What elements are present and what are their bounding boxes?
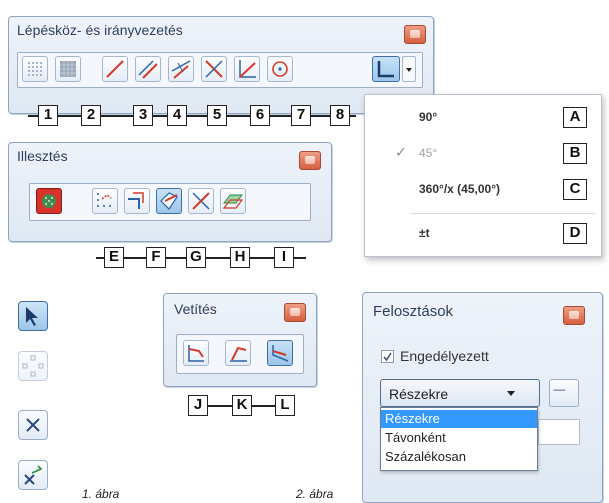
option-reszekre[interactable]: Részekre	[381, 410, 537, 428]
label-7: 7	[291, 105, 311, 126]
close-button[interactable]	[284, 303, 306, 322]
menu-item-label: ±t	[419, 226, 430, 240]
select-arrow-icon[interactable]	[18, 301, 48, 331]
snap-intersect-icon[interactable]	[188, 188, 214, 214]
option-tavonkent[interactable]: Távonként	[381, 429, 537, 447]
projection-corner-icon[interactable]	[183, 340, 209, 366]
close-button[interactable]	[404, 25, 426, 44]
menu-item-label: 45°	[419, 146, 438, 160]
angle-menu: 90° ✓ 45° 360°/x (45,00°) ±t A B C D	[364, 94, 602, 257]
chevron-down-icon	[507, 391, 515, 396]
panel-title: Illesztés	[17, 148, 68, 164]
enabled-checkbox[interactable]	[381, 350, 394, 363]
intersection-icon[interactable]	[201, 56, 227, 82]
more-glyph: -----	[553, 385, 566, 396]
tool-row	[29, 183, 311, 221]
tool-row	[17, 52, 423, 88]
line-icon[interactable]	[102, 56, 128, 82]
label-E: E	[104, 247, 124, 268]
panel-title: Felosztások	[373, 303, 454, 320]
close-button[interactable]	[563, 306, 585, 325]
enabled-label: Engedélyezett	[400, 348, 489, 364]
label-5: 5	[207, 105, 227, 126]
label-F: F	[146, 247, 166, 268]
offset-line-icon[interactable]	[168, 56, 194, 82]
more-options-button[interactable]: -----	[549, 379, 579, 407]
projection-angle-icon[interactable]	[225, 340, 251, 366]
grid-fill-icon[interactable]	[55, 56, 81, 82]
angle-lock-icon[interactable]	[372, 56, 400, 82]
division-mode-options: Részekre Távonként Százalékosan	[380, 407, 538, 471]
label-H: H	[230, 247, 250, 268]
felosztasok-panel: Felosztások Engedélyezett Részekre -----…	[362, 292, 603, 503]
label-1: 1	[38, 105, 58, 126]
check-icon: ✓	[395, 144, 407, 160]
label-I: I	[274, 247, 294, 268]
panel-title: Vetítés	[174, 301, 217, 317]
option-szazalekosan[interactable]: Százalékosan	[381, 448, 537, 466]
hidden-input-field[interactable]	[538, 419, 580, 445]
illesztes-panel: Illesztés	[8, 142, 332, 242]
panel-title: Lépésköz- és irányvezetés	[17, 22, 183, 38]
label-3: 3	[133, 105, 153, 126]
close-button[interactable]	[299, 151, 321, 170]
menu-item-label: 90°	[419, 110, 438, 124]
label-D: D	[563, 223, 587, 244]
label-J: J	[188, 395, 208, 416]
snap-plane-icon[interactable]	[220, 188, 246, 214]
enabled-row[interactable]: Engedélyezett	[381, 348, 561, 366]
label-2: 2	[81, 105, 101, 126]
division-mode-select[interactable]: Részekre	[380, 379, 540, 407]
delete-x-icon[interactable]	[18, 410, 48, 440]
menu-item-label: 360°/x (45,00°)	[419, 182, 500, 196]
label-A: A	[563, 107, 587, 128]
select-value: Részekre	[389, 386, 449, 402]
grid-dots-icon[interactable]	[22, 56, 48, 82]
snap-corner-icon[interactable]	[124, 188, 150, 214]
caption-fig1: 1. ábra	[82, 487, 120, 501]
vetites-panel: Vetítés	[163, 293, 317, 387]
angle-dropdown-button[interactable]	[402, 56, 416, 82]
snap-grid-icon[interactable]	[92, 188, 118, 214]
label-L: L	[275, 395, 295, 416]
projection-perpendicular-icon[interactable]	[267, 340, 293, 366]
caption-fig2: 2. ábra	[296, 487, 334, 501]
snap-toggle-icon[interactable]	[36, 188, 62, 214]
label-B: B	[563, 143, 587, 164]
undo-x-icon[interactable]	[18, 460, 48, 490]
circle-point-icon[interactable]	[267, 56, 293, 82]
parallel-line-icon[interactable]	[135, 56, 161, 82]
menu-separator	[411, 213, 595, 214]
label-G: G	[186, 247, 206, 268]
label-K: K	[232, 395, 252, 416]
label-8: 8	[330, 105, 350, 126]
label-4: 4	[167, 105, 187, 126]
snap-edge-icon[interactable]	[156, 188, 182, 214]
angle-icon[interactable]	[234, 56, 260, 82]
move-nodes-icon[interactable]	[18, 351, 48, 381]
tool-row	[176, 334, 304, 374]
label-6: 6	[250, 105, 270, 126]
label-C: C	[563, 179, 587, 200]
